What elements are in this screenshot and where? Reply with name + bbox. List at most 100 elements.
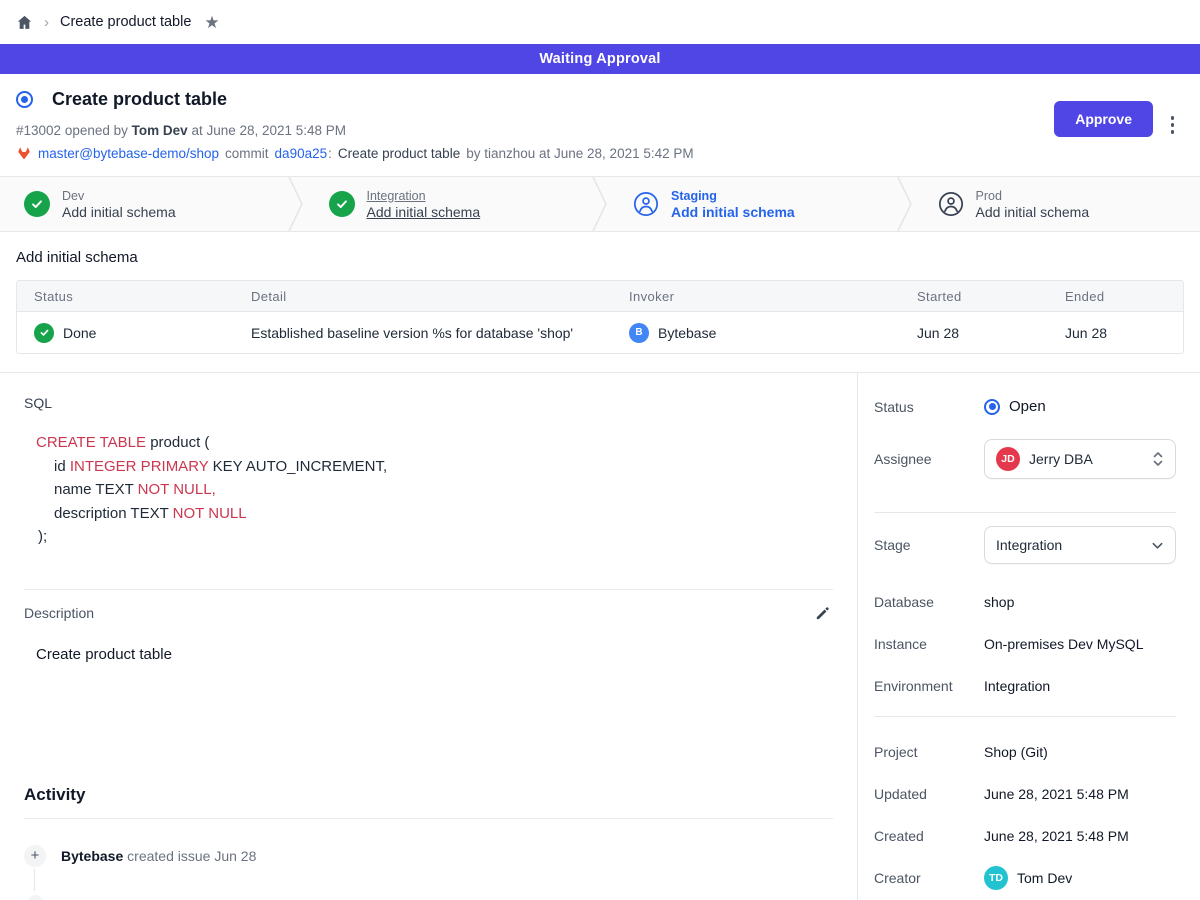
breadcrumb: › Create product table ★ <box>0 0 1200 44</box>
person-icon <box>633 191 659 217</box>
environment-value: Integration <box>984 678 1050 694</box>
stage-task-label: Add initial schema <box>976 204 1090 220</box>
stage-dev[interactable]: Dev Add initial schema <box>0 177 287 231</box>
activity-actor: Bytebase <box>61 848 123 864</box>
environment-row: Environment Integration <box>874 678 1176 694</box>
activity-heading: Activity <box>24 785 833 805</box>
gitlab-icon <box>16 146 32 161</box>
issue-header: Create product table #13002 opened by To… <box>0 74 1200 176</box>
task-status: Done <box>63 325 96 341</box>
divider <box>874 512 1176 513</box>
more-actions-icon[interactable] <box>1167 112 1179 138</box>
done-check-icon <box>34 323 54 343</box>
sql-code-block: CREATE TABLE product ( id INTEGER PRIMAR… <box>36 431 833 549</box>
home-icon[interactable] <box>16 14 33 31</box>
plus-icon: + <box>24 845 46 867</box>
instance-value: On-premises Dev MySQL <box>984 636 1143 652</box>
chevron-right-icon: › <box>44 14 49 31</box>
activity-item: + Bytebase created issue Jun 28 <box>24 845 833 867</box>
invoker-avatar: B <box>629 323 649 343</box>
stage-prod[interactable]: Prod Add initial schema <box>914 177 1200 231</box>
stage-env-label: Dev <box>62 189 176 203</box>
person-icon <box>938 191 964 217</box>
stage-env-label: Staging <box>671 189 795 203</box>
created-value: June 28, 2021 5:48 PM <box>984 828 1129 844</box>
issue-id: #13002 <box>16 123 61 138</box>
instance-row: Instance On-premises Dev MySQL <box>874 636 1176 652</box>
stage-value: Integration <box>996 537 1062 553</box>
issue-title: Create product table <box>52 89 227 110</box>
stage-separator <box>896 177 914 231</box>
updated-row: Updated June 28, 2021 5:48 PM <box>874 786 1176 802</box>
commit-byline: by tianzhou at June 28, 2021 5:42 PM <box>466 146 693 161</box>
task-detail: Established baseline version %s for data… <box>251 325 573 341</box>
task-section-heading: Add initial schema <box>16 249 1184 266</box>
main-column: SQL CREATE TABLE product ( id INTEGER PR… <box>0 373 857 900</box>
status-row: Status Open <box>874 398 1176 415</box>
breadcrumb-title: Create product table <box>60 14 191 30</box>
status-value: Open <box>1009 398 1046 415</box>
commit-message: Create product table <box>338 146 460 161</box>
assignee-select[interactable]: JD Jerry DBA <box>984 439 1176 479</box>
description-text: Create product table <box>36 646 833 663</box>
commit-hash-link[interactable]: da90a25 <box>275 146 328 161</box>
stage-env-label: Prod <box>976 189 1090 203</box>
col-detail: Detail <box>234 289 612 304</box>
timeline-node <box>28 895 43 900</box>
task-ended: Jun 28 <box>1065 325 1107 341</box>
col-status: Status <box>17 289 234 304</box>
status-open-icon <box>984 399 1000 415</box>
stage-task-label: Add initial schema <box>62 204 176 220</box>
creator-value: Tom Dev <box>1017 870 1072 886</box>
task-section: Add initial schema Status Detail Invoker… <box>0 232 1200 372</box>
pipeline-bar: Dev Add initial schema Integration Add i… <box>0 176 1200 232</box>
stage-select[interactable]: Integration <box>984 526 1176 564</box>
issue-meta: #13002 opened by Tom Dev at June 28, 202… <box>16 123 1184 138</box>
col-invoker: Invoker <box>612 289 900 304</box>
updated-value: June 28, 2021 5:48 PM <box>984 786 1129 802</box>
divider <box>874 716 1176 717</box>
assignee-value: Jerry DBA <box>1029 451 1093 467</box>
divider <box>24 818 833 819</box>
stage-row: Stage Integration <box>874 526 1176 564</box>
task-table: Status Detail Invoker Started Ended Done… <box>16 280 1184 354</box>
timeline-line <box>34 869 35 891</box>
project-row: Project Shop (Git) <box>874 744 1176 760</box>
check-icon <box>24 191 50 217</box>
created-row: Created June 28, 2021 5:48 PM <box>874 828 1176 844</box>
activity-action: created issue Jun 28 <box>127 848 256 864</box>
col-ended: Ended <box>1048 289 1183 304</box>
stage-task-label: Add initial schema <box>367 204 481 220</box>
approve-button[interactable]: Approve <box>1054 101 1153 137</box>
task-row: Done Established baseline version %s for… <box>17 312 1183 353</box>
project-value: Shop (Git) <box>984 744 1048 760</box>
check-icon <box>329 191 355 217</box>
task-invoker: Bytebase <box>658 325 716 341</box>
task-table-header: Status Detail Invoker Started Ended <box>17 281 1183 312</box>
creator-avatar: TD <box>984 866 1008 890</box>
vcs-commit-line: master@bytebase-demo/shop commit da90a25… <box>16 146 1184 161</box>
issue-sidebar: Status Open Assignee JD Jerry DBA Stage … <box>857 373 1200 900</box>
stage-integration[interactable]: Integration Add initial schema <box>305 177 592 231</box>
assignee-avatar: JD <box>996 447 1020 471</box>
stage-staging[interactable]: Staging Add initial schema <box>609 177 896 231</box>
down-chevron-icon <box>1151 539 1164 552</box>
branch-repo-link[interactable]: master@bytebase-demo/shop <box>38 146 219 161</box>
database-value: shop <box>984 594 1014 610</box>
favorite-star-icon[interactable]: ★ <box>204 14 219 31</box>
stage-separator <box>591 177 609 231</box>
stage-env-label: Integration <box>367 189 481 203</box>
banner-text: Waiting Approval <box>539 51 660 67</box>
stage-task-label: Add initial schema <box>671 204 795 220</box>
divider <box>24 589 833 590</box>
issue-open-icon <box>16 91 33 108</box>
description-label: Description <box>24 605 94 621</box>
updown-chevron-icon <box>1152 449 1164 469</box>
stage-separator <box>287 177 305 231</box>
col-started: Started <box>900 289 1048 304</box>
edit-pencil-icon[interactable] <box>812 603 833 624</box>
issue-author: Tom Dev <box>132 123 188 138</box>
task-started: Jun 28 <box>917 325 959 341</box>
approval-banner: Waiting Approval <box>0 44 1200 74</box>
assignee-row: Assignee JD Jerry DBA <box>874 439 1176 479</box>
